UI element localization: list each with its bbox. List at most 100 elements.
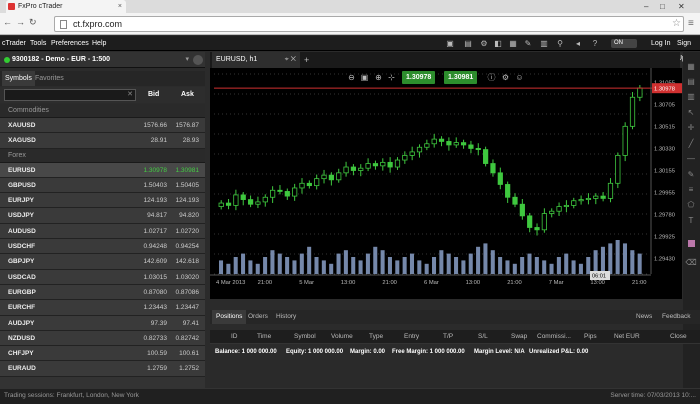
sound-icon[interactable]: ◂ bbox=[573, 39, 583, 48]
ask-price[interactable]: 1.2752 bbox=[179, 361, 199, 376]
browser-menu-icon[interactable]: ≡ bbox=[688, 18, 694, 29]
tool-crosshair-icon[interactable]: ✛ bbox=[685, 123, 697, 133]
col-id[interactable]: ID bbox=[231, 330, 238, 344]
clear-search-icon[interactable]: ✕ bbox=[127, 90, 133, 100]
browser-tab[interactable]: FxPro cTrader × bbox=[6, 0, 126, 13]
col-swap[interactable]: Swap bbox=[511, 330, 527, 344]
col-net-eur[interactable]: Net EUR bbox=[614, 330, 640, 344]
tool-line-icon[interactable]: ╱ bbox=[685, 139, 697, 149]
symbol-row[interactable]: EURUSD 1.30978 1.30981 bbox=[0, 162, 205, 178]
symbol-row[interactable]: GBPUSD 1.50403 1.50405 bbox=[0, 177, 205, 194]
symbol-row[interactable]: GBPJPY 142.609 142.618 bbox=[0, 254, 205, 270]
symbol-row[interactable]: XAGUSD 28.91 28.93 bbox=[0, 133, 205, 149]
tool-cursor-icon[interactable]: ↖ bbox=[685, 108, 697, 118]
ask-price[interactable]: 0.87086 bbox=[176, 285, 200, 300]
symbol-row[interactable]: EURJPY 124.193 124.193 bbox=[0, 193, 205, 209]
menu-preferences[interactable]: Preferences bbox=[51, 36, 89, 51]
tab-feedback[interactable]: Feedback bbox=[658, 310, 695, 324]
link-icon[interactable]: ⚲ bbox=[555, 39, 565, 48]
ask-price[interactable]: 142.618 bbox=[176, 254, 200, 269]
symbol-row[interactable]: USDCAD 1.03015 1.03020 bbox=[0, 269, 205, 285]
ask-price[interactable]: 1576.87 bbox=[176, 118, 200, 133]
ask-price[interactable]: 100.61 bbox=[179, 346, 199, 361]
col-commission[interactable]: Commissi... bbox=[537, 330, 571, 344]
ask-price[interactable]: 1.50405 bbox=[176, 178, 200, 193]
user-icon[interactable] bbox=[193, 55, 203, 65]
sell-price-button[interactable]: 1.30978 bbox=[402, 71, 436, 84]
ask-price[interactable]: 0.94254 bbox=[176, 239, 200, 254]
bid-price[interactable]: 1.30978 bbox=[144, 163, 168, 178]
ask-price[interactable]: 1.23447 bbox=[176, 300, 200, 315]
col-type[interactable]: Type bbox=[369, 330, 383, 344]
symbol-row[interactable]: USDCHF 0.94248 0.94254 bbox=[0, 239, 205, 255]
zoom-in-icon[interactable]: ⊕ bbox=[373, 72, 384, 83]
tab-positions[interactable]: Positions bbox=[212, 310, 247, 324]
tool-shape-icon[interactable]: ⬠ bbox=[685, 200, 697, 210]
bid-price[interactable]: 1.02717 bbox=[144, 224, 168, 239]
chart-type-icon[interactable]: ▣ bbox=[359, 72, 370, 83]
symbol-row[interactable]: EURGBP 0.87080 0.87086 bbox=[0, 284, 205, 301]
tab-favorites[interactable]: Favorites bbox=[32, 71, 67, 86]
on-off-toggle[interactable]: ON bbox=[611, 39, 637, 48]
bid-price[interactable]: 0.94248 bbox=[144, 239, 168, 254]
login-link[interactable]: Log In bbox=[651, 36, 670, 51]
menu-ctrader[interactable]: cTrader bbox=[2, 36, 26, 51]
reload-icon[interactable]: ↻ bbox=[29, 17, 41, 27]
symbol-row[interactable]: AUDJPY 97.39 97.41 bbox=[0, 315, 205, 331]
bid-price[interactable]: 94.817 bbox=[147, 208, 167, 223]
col-pips[interactable]: Pips bbox=[584, 330, 597, 344]
symbol-search-input[interactable]: ✕ bbox=[4, 89, 136, 101]
forward-icon[interactable]: → bbox=[16, 17, 29, 27]
symbol-row[interactable]: NZDUSD 0.82733 0.82742 bbox=[0, 330, 205, 347]
ask-price[interactable]: 97.41 bbox=[183, 316, 199, 331]
add-chart-icon[interactable]: + bbox=[304, 52, 309, 68]
col-symbol[interactable]: Symbol bbox=[294, 330, 316, 344]
settings-icon[interactable]: ⚙ bbox=[479, 39, 489, 48]
url-field[interactable]: ct.fxpro.com bbox=[54, 16, 684, 32]
ask-price[interactable]: 94.820 bbox=[179, 208, 199, 223]
col-entry[interactable]: Entry bbox=[404, 330, 419, 344]
tool-layout-icon[interactable]: ▤ bbox=[685, 77, 697, 87]
account-selector[interactable]: 9300182 - Demo - EUR - 1:500 ▾ bbox=[0, 52, 205, 68]
bid-price[interactable]: 1.23443 bbox=[144, 300, 168, 315]
symbol-row[interactable]: XAUUSD 1576.66 1576.87 bbox=[0, 118, 205, 134]
symbol-row[interactable]: USDJPY 94.817 94.820 bbox=[0, 208, 205, 224]
tool-fib-icon[interactable]: ≡ bbox=[685, 185, 697, 195]
tool-pen-icon[interactable]: ✎ bbox=[685, 170, 697, 180]
image-icon[interactable]: ▦ bbox=[508, 39, 518, 48]
col-sl[interactable]: S/L bbox=[478, 330, 488, 344]
edit-icon[interactable]: ✎ bbox=[523, 39, 533, 48]
person-icon[interactable]: ☺ bbox=[514, 72, 525, 83]
ask-price[interactable]: 28.93 bbox=[183, 133, 199, 148]
maximize-icon[interactable]: □ bbox=[660, 0, 665, 13]
symbol-group-header[interactable]: Forex bbox=[0, 148, 205, 163]
menu-tools[interactable]: Tools bbox=[30, 36, 46, 51]
ask-price[interactable]: 1.02720 bbox=[176, 224, 200, 239]
bid-price[interactable]: 124.193 bbox=[144, 193, 168, 208]
bookmark-star-icon[interactable]: ☆ bbox=[672, 18, 681, 29]
settings-icon[interactable]: ⚙ bbox=[500, 72, 511, 83]
ask-price[interactable]: 1.30981 bbox=[176, 163, 200, 178]
col-volume[interactable]: Volume bbox=[331, 330, 353, 344]
tool-delete-icon[interactable]: ⌫ bbox=[685, 258, 697, 268]
signup-link[interactable]: Sign Up bbox=[677, 36, 700, 62]
chart-layout-icon[interactable]: ▤ bbox=[463, 39, 473, 48]
tab-symbols[interactable]: Symbols bbox=[2, 71, 35, 86]
help-icon[interactable]: ? bbox=[590, 39, 600, 48]
tool-text-icon[interactable]: T bbox=[685, 216, 697, 226]
info-icon[interactable]: ⓘ bbox=[486, 72, 497, 83]
tool-grid-icon[interactable]: ▥ bbox=[685, 92, 697, 102]
chart-area[interactable]: 1.310551.309781.307051.305151.303301.301… bbox=[210, 68, 682, 299]
ask-price[interactable]: 124.193 bbox=[176, 193, 200, 208]
tab-news[interactable]: News bbox=[632, 310, 656, 324]
bid-price[interactable]: 1.50403 bbox=[144, 178, 168, 193]
zoom-out-icon[interactable]: ⊖ bbox=[346, 72, 357, 83]
col-time[interactable]: Time bbox=[257, 330, 271, 344]
bid-price[interactable]: 1.2759 bbox=[147, 361, 167, 376]
chart-tab-controls[interactable]: ⌖ ✕ bbox=[285, 52, 296, 68]
tab-history[interactable]: History bbox=[272, 310, 300, 324]
ask-price[interactable]: 0.82742 bbox=[176, 331, 200, 346]
tab-orders[interactable]: Orders bbox=[244, 310, 272, 324]
window-close-icon[interactable]: ✕ bbox=[678, 0, 685, 13]
col-tp[interactable]: T/P bbox=[443, 330, 453, 344]
